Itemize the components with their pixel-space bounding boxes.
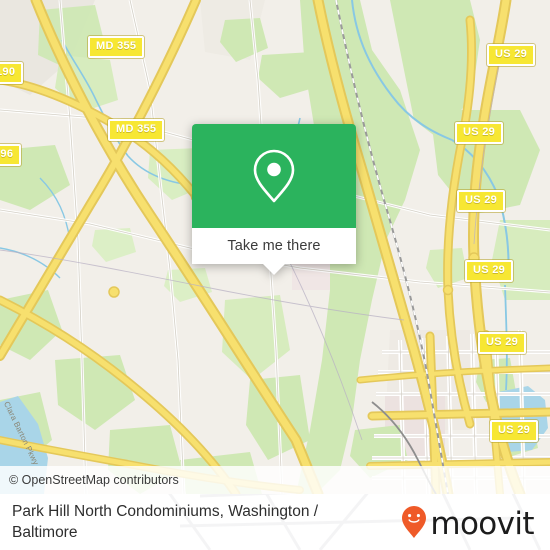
popup-action-bar[interactable]: Take me there (192, 228, 356, 275)
destination-popup-card[interactable]: Take me there (192, 124, 356, 275)
moovit-wordmark: moovit (430, 506, 534, 542)
map-pin-icon (251, 148, 297, 204)
highway-shield-190[interactable]: 190 (0, 62, 24, 84)
highway-shield-md355-north[interactable]: MD 355 (88, 36, 145, 58)
footer-bar: Park Hill North Condominiums, Washington… (0, 494, 550, 550)
highway-shield-us29-1[interactable]: US 29 (487, 44, 536, 66)
highway-shield-us29-4[interactable]: US 29 (465, 260, 514, 282)
highway-shield-us29-3[interactable]: US 29 (457, 190, 506, 212)
highway-shield-396[interactable]: 396 (0, 144, 22, 166)
take-me-there-label: Take me there (227, 238, 321, 254)
map-attribution-bar: © OpenStreetMap contributors (0, 466, 550, 494)
popup-header (192, 124, 356, 228)
popup-pointer-tail (263, 264, 285, 275)
highway-shield-us29-2[interactable]: US 29 (455, 122, 504, 144)
place-title: Park Hill North Condominiums, Washington… (12, 503, 319, 541)
highway-shield-us29-6[interactable]: US 29 (490, 420, 539, 442)
moovit-logo[interactable]: moovit (401, 494, 535, 544)
moovit-map-screenshot: MD 355 190 MD 355 396 US 29 US 29 US 29 … (0, 0, 550, 550)
moovit-smiley-pin-icon (401, 505, 427, 544)
highway-shield-us29-5[interactable]: US 29 (478, 332, 527, 354)
highway-shield-md355-south[interactable]: MD 355 (108, 119, 165, 141)
attribution-text[interactable]: © OpenStreetMap contributors (0, 473, 179, 487)
